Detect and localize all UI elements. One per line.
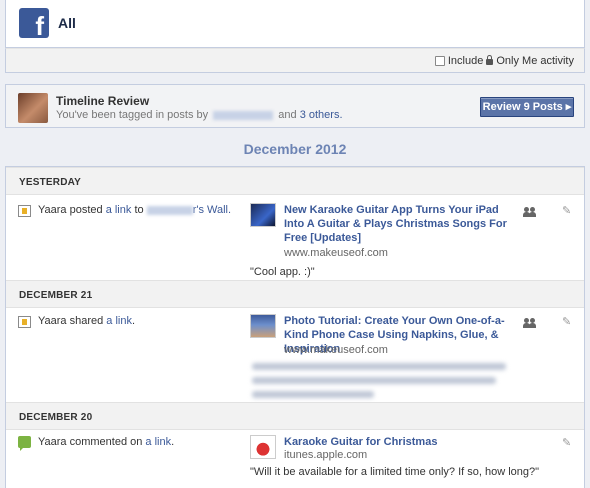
section-header-yesterday: YESTERDAY: [6, 167, 584, 195]
post-link-icon: [18, 205, 31, 217]
review-posts-button[interactable]: Review 9 Posts ▸: [480, 97, 574, 117]
activity-row: Yaara posted a link to r's Wall. New Kar…: [6, 195, 584, 278]
review-subtitle-and: and: [278, 109, 297, 121]
pencil-icon[interactable]: ✎: [562, 317, 572, 328]
story-thumbnail[interactable]: [250, 435, 276, 459]
activity-text: Yaara posted a link to r's Wall.: [38, 204, 231, 216]
story-thumbnail[interactable]: [250, 314, 276, 338]
activity-end: .: [171, 436, 175, 448]
activity-log: YESTERDAY Yaara posted a link to r's Wal…: [5, 166, 585, 488]
avatar[interactable]: [18, 93, 48, 123]
friends-audience-icon[interactable]: [523, 318, 537, 328]
activity-link[interactable]: a link: [145, 436, 171, 448]
wall-link[interactable]: r's Wall.: [193, 204, 231, 216]
post-link-icon: [18, 316, 31, 328]
month-heading: December 2012: [243, 141, 347, 157]
section-header-december-21: DECEMBER 21: [6, 280, 584, 308]
review-subtitle-prefix: You've been tagged in posts by: [56, 109, 209, 121]
activity-text: Yaara commented on a link.: [38, 436, 174, 448]
activity-end: .: [131, 315, 136, 327]
story-title-link[interactable]: Karaoke Guitar for Christmas: [284, 435, 518, 449]
activity-actor: Yaara shared: [38, 315, 104, 327]
activity-row: Yaara shared a link. Photo Tutorial: Cre…: [6, 308, 584, 400]
lock-icon: [486, 55, 494, 66]
section-heading: YESTERDAY: [19, 177, 82, 188]
blurred-name-link[interactable]: [213, 110, 274, 120]
review-title: Timeline Review: [56, 94, 150, 108]
story-source: itunes.apple.com: [284, 449, 368, 461]
blurred-comment-text: [252, 363, 506, 405]
review-subtitle: You've been tagged in posts by and 3 oth…: [56, 109, 343, 121]
activity-row: Yaara commented on a link. Karaoke Guita…: [6, 430, 584, 488]
story-source: www.makeuseof.com: [284, 344, 388, 356]
include-checkbox[interactable]: [434, 56, 445, 66]
only-me-label: Only Me activity: [496, 55, 574, 67]
activity-to: to: [134, 204, 144, 216]
include-only-me-toggle[interactable]: Include Only Me activity: [434, 55, 574, 67]
pencil-icon[interactable]: ✎: [562, 206, 572, 217]
others-link[interactable]: 3 others.: [300, 109, 343, 121]
page-title: All: [58, 15, 76, 31]
story-title-link[interactable]: New Karaoke Guitar App Turns Your iPad I…: [284, 203, 518, 245]
filter-bar: Include Only Me activity: [5, 48, 585, 73]
timeline-review-box: Timeline Review You've been tagged in po…: [5, 84, 585, 128]
section-header-december-20: DECEMBER 20: [6, 402, 584, 430]
comment-icon: [18, 436, 31, 451]
activity-link[interactable]: a link: [106, 204, 132, 216]
facebook-logo-icon[interactable]: f: [19, 8, 49, 38]
story-source: www.makeuseof.com: [284, 247, 388, 259]
activity-text: Yaara shared a link.: [38, 315, 135, 327]
story-quote: "Cool app. :)": [250, 266, 315, 278]
story-quote: "Will it be available for a limited time…: [250, 466, 540, 478]
activity-actor: Yaara posted: [38, 204, 103, 216]
page-header: f All: [5, 0, 585, 48]
activity-actor: Yaara commented on: [38, 436, 143, 448]
section-heading: DECEMBER 20: [19, 412, 93, 423]
activity-link[interactable]: a link: [106, 315, 132, 327]
story-thumbnail[interactable]: [250, 203, 276, 227]
include-label: Include: [447, 55, 484, 67]
pencil-icon[interactable]: ✎: [562, 438, 572, 449]
section-heading: DECEMBER 21: [19, 290, 93, 301]
friends-audience-icon[interactable]: [523, 207, 537, 217]
blurred-wall-owner-link[interactable]: [146, 205, 193, 215]
